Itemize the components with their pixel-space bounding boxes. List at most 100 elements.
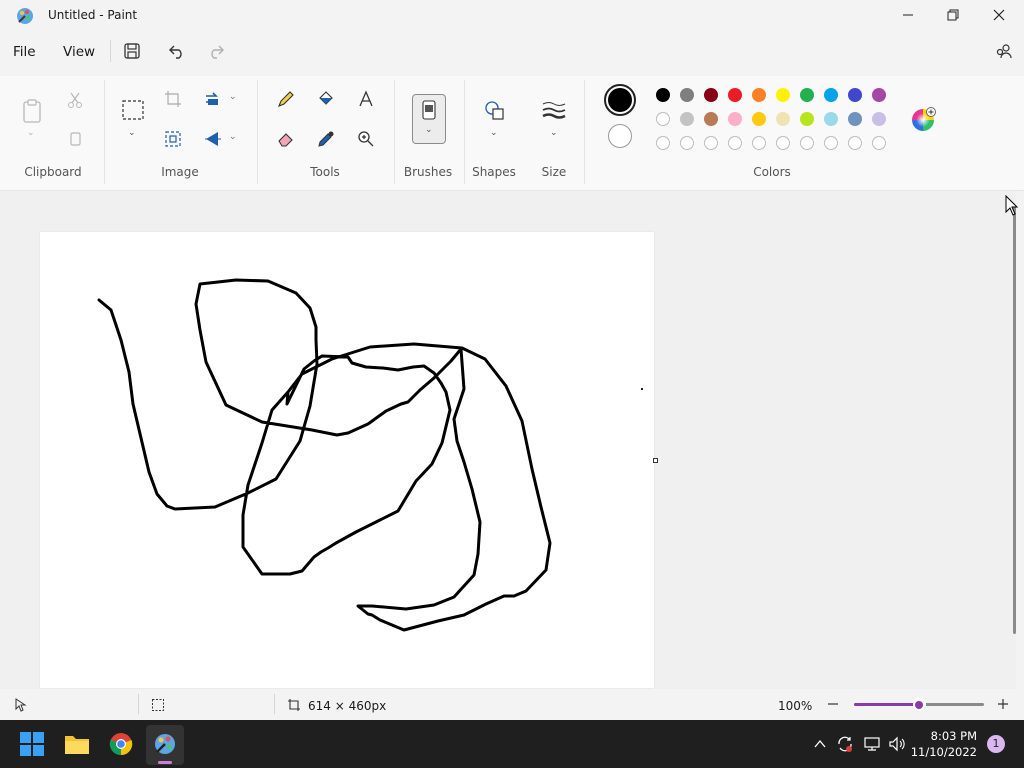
paint-taskbar-button[interactable]	[146, 725, 184, 765]
ribbon-divider	[584, 80, 585, 184]
status-divider	[138, 694, 139, 714]
chrome-icon	[109, 733, 133, 756]
magnifier-tool[interactable]	[353, 126, 379, 152]
palette-color-swatch[interactable]	[848, 112, 862, 126]
zoom-in-button[interactable]	[996, 697, 1010, 714]
palette-color-swatch[interactable]	[848, 88, 862, 102]
paste-dropdown-icon[interactable]: ⌄	[27, 128, 35, 138]
notification-badge[interactable]: 1	[987, 735, 1005, 753]
secondary-color-selector[interactable]	[608, 124, 632, 148]
custom-color-slot[interactable]	[872, 136, 886, 150]
custom-color-slot[interactable]	[752, 136, 766, 150]
palette-color-swatch[interactable]	[728, 112, 742, 126]
network-icon[interactable]	[863, 735, 881, 756]
ribbon-divider	[104, 80, 105, 184]
vertical-scrollbar[interactable]	[1013, 206, 1016, 634]
rotate-dropdown-icon[interactable]: ⌄	[229, 92, 237, 102]
ribbon-divider	[394, 80, 395, 184]
clock-time[interactable]: 8:03 PM	[900, 729, 977, 743]
zoom-level-text[interactable]: 100%	[778, 699, 812, 713]
custom-color-slot[interactable]	[656, 136, 670, 150]
palette-color-swatch[interactable]	[776, 112, 790, 126]
cut-button[interactable]	[62, 87, 88, 113]
clock-date[interactable]: 11/10/2022	[900, 745, 977, 759]
minimize-icon	[903, 14, 913, 16]
eraser-tool[interactable]	[273, 126, 299, 152]
text-icon	[359, 90, 373, 107]
flip-dropdown-icon[interactable]: ⌄	[229, 132, 237, 142]
undo-button[interactable]	[164, 38, 190, 64]
flip-button[interactable]	[200, 126, 226, 152]
size-button[interactable]	[541, 97, 567, 123]
palette-color-swatch[interactable]	[824, 112, 838, 126]
paint-app-icon	[16, 7, 34, 25]
palette-color-swatch[interactable]	[872, 88, 886, 102]
minimize-button[interactable]	[885, 0, 931, 30]
size-dropdown-icon[interactable]: ⌄	[550, 128, 558, 138]
rotate-button[interactable]	[200, 86, 226, 112]
palette-color-swatch[interactable]	[752, 88, 766, 102]
copy-icon	[70, 132, 81, 146]
palette-color-swatch[interactable]	[704, 88, 718, 102]
chrome-button[interactable]	[109, 732, 133, 759]
crop-icon	[165, 91, 181, 107]
canvas-resize-handle[interactable]	[653, 458, 658, 463]
select-button[interactable]	[120, 97, 146, 123]
title-bar	[0, 0, 1024, 32]
palette-color-swatch[interactable]	[704, 112, 718, 126]
palette-color-swatch[interactable]	[728, 88, 742, 102]
zoom-slider-thumb[interactable]	[912, 698, 926, 711]
custom-color-slot[interactable]	[800, 136, 814, 150]
custom-color-slot[interactable]	[776, 136, 790, 150]
brushes-button[interactable]: ⌄	[412, 94, 446, 144]
text-tool[interactable]	[353, 86, 379, 112]
copy-button[interactable]	[62, 126, 88, 152]
brushes-dropdown-icon: ⌄	[425, 125, 433, 135]
custom-color-slot[interactable]	[680, 136, 694, 150]
pencil-tool[interactable]	[273, 86, 299, 112]
close-button[interactable]	[976, 0, 1022, 30]
palette-color-swatch[interactable]	[800, 88, 814, 102]
share-profile-button[interactable]	[991, 38, 1017, 64]
menu-view[interactable]: View	[63, 44, 95, 60]
file-explorer-button[interactable]	[64, 732, 90, 759]
palette-color-swatch[interactable]	[824, 88, 838, 102]
line-width-icon	[542, 102, 566, 119]
drawing-canvas[interactable]	[40, 232, 654, 688]
palette-color-swatch[interactable]	[680, 112, 694, 126]
fill-tool[interactable]	[313, 86, 339, 112]
color-palette	[656, 88, 896, 152]
palette-color-swatch[interactable]	[776, 88, 790, 102]
shapes-dropdown-icon[interactable]: ⌄	[490, 128, 498, 138]
edit-colors-button[interactable]	[910, 107, 936, 133]
palette-color-swatch[interactable]	[872, 112, 886, 126]
zoom-out-button[interactable]	[826, 697, 840, 714]
shapes-button[interactable]	[481, 97, 507, 123]
custom-color-slot[interactable]	[824, 136, 838, 150]
custom-color-slot[interactable]	[728, 136, 742, 150]
zoom-slider-track[interactable]	[854, 698, 984, 711]
custom-color-slot[interactable]	[704, 136, 718, 150]
redo-button[interactable]	[203, 38, 229, 64]
palette-color-swatch[interactable]	[680, 88, 694, 102]
sync-status-icon[interactable]	[836, 735, 854, 756]
show-hidden-icons-button[interactable]	[813, 737, 827, 754]
paste-icon	[23, 99, 41, 123]
color-picker-tool[interactable]	[313, 126, 339, 152]
palette-color-swatch[interactable]	[752, 112, 766, 126]
resize-button[interactable]	[160, 126, 186, 152]
palette-color-swatch[interactable]	[656, 88, 670, 102]
save-button[interactable]	[119, 38, 145, 64]
menu-file[interactable]: File	[13, 44, 36, 60]
palette-color-swatch[interactable]	[656, 112, 670, 126]
brush-icon	[422, 100, 436, 120]
custom-color-slot[interactable]	[848, 136, 862, 150]
palette-color-swatch[interactable]	[800, 112, 814, 126]
select-dropdown-icon[interactable]: ⌄	[128, 128, 136, 138]
crop-button[interactable]	[160, 86, 186, 112]
start-button[interactable]	[20, 732, 44, 759]
status-divider	[274, 694, 275, 714]
paste-button[interactable]	[18, 96, 46, 126]
primary-color-selector[interactable]	[604, 84, 636, 116]
restore-button[interactable]	[930, 0, 976, 30]
